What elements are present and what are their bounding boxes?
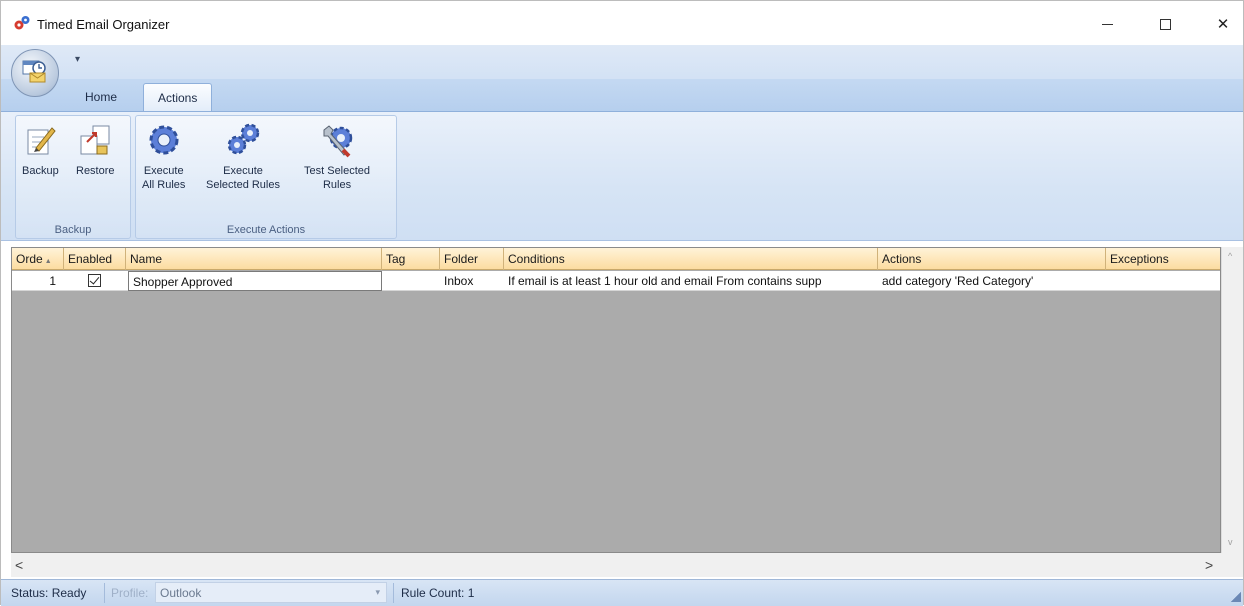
execute-selected-rules-button[interactable]: Execute Selected Rules xyxy=(206,122,280,192)
gears-icon xyxy=(227,123,260,155)
scroll-down-icon[interactable]: v xyxy=(1228,537,1233,547)
close-button[interactable]: ✕ xyxy=(1203,9,1243,39)
execute-all-line2: All Rules xyxy=(142,179,186,191)
cell-exceptions xyxy=(1106,271,1220,291)
scroll-right-icon[interactable]: > xyxy=(1205,557,1213,573)
close-icon: ✕ xyxy=(1216,16,1230,33)
column-order-label: Orde xyxy=(16,252,43,266)
ribbon-group-execute-actions: Execute All Rules Execute Selected Rules… xyxy=(135,115,397,239)
horizontal-scrollbar[interactable]: < > xyxy=(11,553,1243,577)
sort-ascending-icon: ▲ xyxy=(44,258,52,265)
test-selected-rules-button[interactable]: Test Selected Rules xyxy=(304,122,370,192)
profile-label: Profile: xyxy=(111,586,149,600)
column-header-exceptions[interactable]: Exceptions xyxy=(1106,248,1220,270)
test-selected-line1: Test Selected xyxy=(304,165,371,177)
execute-selected-line1: Execute xyxy=(223,165,263,177)
window-title: Timed Email Organizer xyxy=(37,17,170,32)
minimize-icon xyxy=(1101,23,1113,25)
gears-app-icon xyxy=(14,16,30,30)
cell-actions: add category 'Red Category' xyxy=(882,274,1034,288)
minimize-button[interactable] xyxy=(1087,9,1127,39)
table-row[interactable]: 1 Shopper Approved Inbox If email is at … xyxy=(12,271,1220,291)
wrench-gear-icon xyxy=(323,125,353,158)
backup-label: Backup xyxy=(22,165,59,177)
execute-all-line1: Execute xyxy=(143,165,184,177)
column-header-conditions[interactable]: Conditions xyxy=(504,248,878,270)
grid-header: Orde ▲ Enabled Name Tag Folder Conditions… xyxy=(12,248,1220,270)
profile-value: Outlook xyxy=(160,586,202,600)
test-selected-line2: Rules xyxy=(322,179,352,191)
quick-access-toolbar xyxy=(1,45,1243,79)
column-header-actions[interactable]: Actions xyxy=(878,248,1106,270)
column-header-name[interactable]: Name xyxy=(126,248,382,270)
gear-icon xyxy=(149,125,179,155)
scroll-left-icon[interactable]: < xyxy=(15,557,23,573)
tab-home[interactable]: Home xyxy=(71,83,131,111)
cell-name-editor[interactable]: Shopper Approved xyxy=(128,271,382,291)
cell-tag xyxy=(382,271,440,291)
maximize-button[interactable] xyxy=(1145,9,1185,39)
status-bar: Status: Ready Profile: Outlook ▾ Rule Co… xyxy=(1,579,1243,606)
column-header-order[interactable]: Orde ▲ xyxy=(12,248,64,270)
app-window: Timed Email Organizer ✕ ▾ Home Actions B… xyxy=(0,0,1244,606)
tab-actions[interactable]: Actions xyxy=(143,83,213,111)
status-text: Status: Ready xyxy=(11,586,87,600)
execute-all-rules-button[interactable]: Execute All Rules xyxy=(142,122,185,192)
title-bar: Timed Email Organizer ✕ xyxy=(1,1,1243,45)
cell-conditions: If email is at least 1 hour old and emai… xyxy=(508,274,822,288)
restore-button[interactable]: Restore xyxy=(76,122,115,178)
chevron-down-icon: ▾ xyxy=(375,587,380,597)
restore-pages-icon xyxy=(80,125,110,155)
enabled-checkbox[interactable] xyxy=(88,274,101,287)
calendar-clock-mail-icon xyxy=(22,60,46,83)
cell-order: 1 xyxy=(49,274,56,288)
ribbon-group-backup: Backup Restore Backup xyxy=(15,115,131,239)
status-separator xyxy=(104,583,105,603)
column-header-enabled[interactable]: Enabled xyxy=(64,248,126,270)
vertical-scrollbar[interactable]: ^ v xyxy=(1221,247,1243,553)
profile-select[interactable]: Outlook ▾ xyxy=(155,582,387,603)
notepad-pencil-icon xyxy=(27,127,57,155)
resize-grip-icon[interactable] xyxy=(1231,592,1241,602)
status-separator xyxy=(393,583,394,603)
maximize-icon xyxy=(1159,18,1171,30)
application-menu-button[interactable] xyxy=(11,49,59,97)
backup-button[interactable]: Backup xyxy=(22,122,59,178)
cell-folder: Inbox xyxy=(444,274,474,288)
qat-customize-dropdown[interactable]: ▾ xyxy=(75,54,80,65)
rules-grid[interactable]: Orde ▲ Enabled Name Tag Folder Conditions… xyxy=(11,247,1221,553)
column-header-tag[interactable]: Tag xyxy=(382,248,440,270)
restore-label: Restore xyxy=(76,165,115,177)
column-header-folder[interactable]: Folder xyxy=(440,248,504,270)
rule-count: Rule Count: 1 xyxy=(401,586,475,600)
group-label-execute-actions: Execute Actions xyxy=(226,224,306,236)
scroll-up-icon[interactable]: ^ xyxy=(1228,251,1232,261)
execute-selected-line2: Selected Rules xyxy=(206,179,280,191)
group-label-backup: Backup xyxy=(54,224,92,236)
